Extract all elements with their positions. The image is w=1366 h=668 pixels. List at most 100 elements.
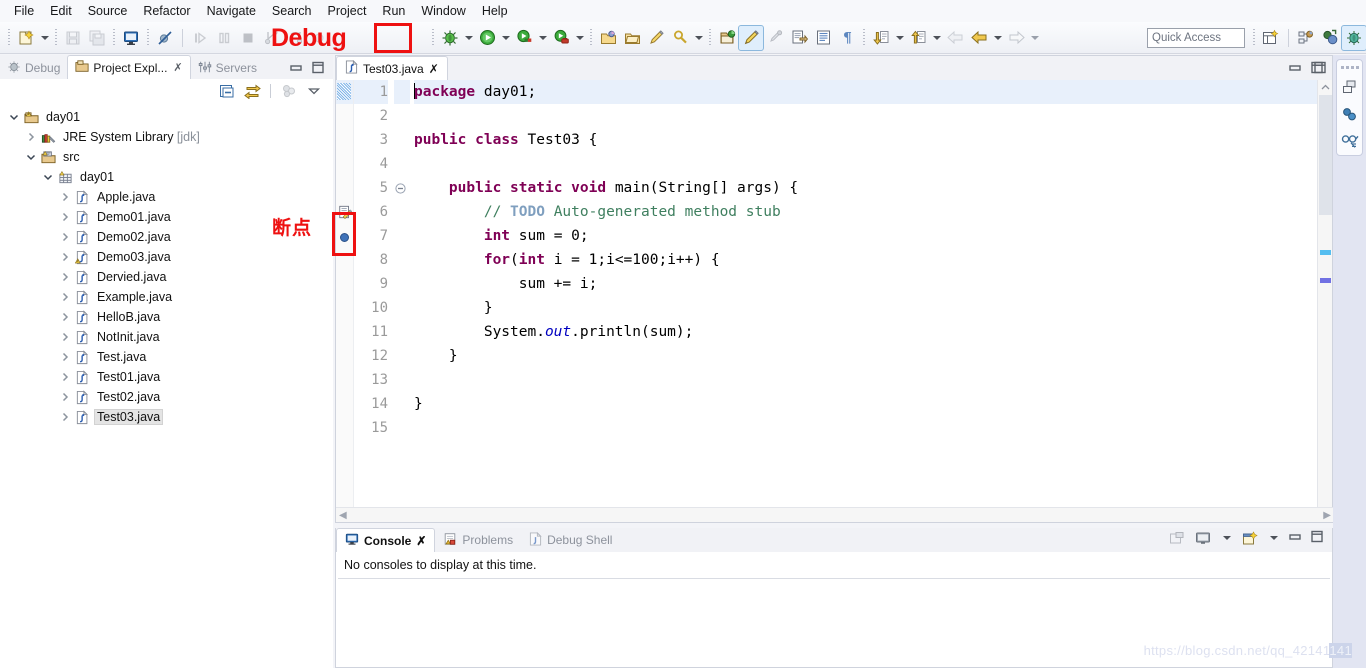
skip-all-breakpoints-button[interactable] [153,26,177,50]
code-line[interactable]: sum += i; [414,272,1332,296]
tree-item-demo02-java[interactable]: Demo02.java [0,227,333,247]
todo-overview-marker[interactable] [1320,250,1331,255]
suspend-button[interactable] [212,26,236,50]
display-console-dropdown[interactable] [1220,526,1233,550]
folding-ruler[interactable] [394,80,410,522]
chevron-right-icon[interactable] [57,232,73,242]
code-line[interactable] [414,368,1332,392]
display-selected-console-icon[interactable] [1194,529,1212,547]
tree-item-demo01-java[interactable]: Demo01.java [0,207,333,227]
chevron-down-icon[interactable] [40,172,56,182]
profile-dropdown[interactable] [573,26,586,50]
code-line[interactable]: int sum = 0; [414,224,1332,248]
debug-dropdown[interactable] [462,26,475,50]
chevron-right-icon[interactable] [57,352,73,362]
open-perspective-button[interactable] [1259,26,1283,50]
new-wizard-dropdown[interactable] [38,26,51,50]
terminate-button[interactable] [236,26,260,50]
tab-test03-java[interactable]: Test03.java ✗ [336,56,448,80]
step-return-button[interactable] [308,26,332,50]
breakpoints-view-icon[interactable] [1339,131,1361,151]
resume-button[interactable] [188,26,212,50]
tree-item-example-java[interactable]: Example.java [0,287,333,307]
open-resource-button[interactable] [620,26,644,50]
java-perspective-button[interactable] [1318,26,1342,50]
step-into-button[interactable] [260,26,284,50]
tree-item-demo03-java[interactable]: Demo03.java [0,247,333,267]
next-annotation-button[interactable] [869,26,893,50]
open-type-button[interactable] [596,26,620,50]
chevron-right-icon[interactable] [57,392,73,402]
tree-item-hellob-java[interactable]: HelloB.java [0,307,333,327]
new-console-view-icon[interactable] [1241,529,1259,547]
save-all-button[interactable] [85,26,109,50]
coverage-dropdown[interactable] [536,26,549,50]
collapse-all-icon[interactable] [218,82,236,100]
tab-debug[interactable]: Debug [0,57,67,79]
tree-item-test03-java[interactable]: Test03.java [0,407,333,427]
marker-slot[interactable] [336,104,353,128]
code-line[interactable] [414,416,1332,440]
toggle-mark-occurrences-button[interactable] [787,26,811,50]
tab-problems[interactable]: Problems [435,528,521,552]
close-icon[interactable]: ✗ [416,534,426,548]
tree-item-day01[interactable]: day01 [0,167,333,187]
tree-item-jre-system-library[interactable]: JRE System Library [jdk] [0,127,333,147]
marker-gutter[interactable] [336,80,354,522]
maximize-icon[interactable] [1288,62,1302,77]
right-restore-icon[interactable] [1309,57,1331,77]
java-ee-perspective-button[interactable] [1294,26,1318,50]
quick-access-input[interactable]: Quick Access [1147,27,1245,48]
chevron-right-icon[interactable] [57,332,73,342]
chevron-right-icon[interactable] [57,272,73,282]
tab-console[interactable]: Console ✗ [336,528,436,552]
tab-servers[interactable]: Servers [191,57,264,79]
pencil-button[interactable] [644,26,668,50]
debug-button[interactable] [438,26,462,50]
last-edit-location-button[interactable] [763,26,787,50]
chevron-right-icon[interactable] [57,312,73,322]
minimize-icon[interactable] [1288,531,1302,546]
code-area[interactable]: 1 2 3 4 5 6 7 8 9 10 11 12 13 14 15 package day01; pub… [336,80,1332,522]
menu-item-source[interactable]: Source [80,2,136,20]
filter-icon[interactable] [280,82,298,100]
tab-project-explorer[interactable]: Project Expl... ✗ [67,55,191,79]
tree-item-dervied-java[interactable]: Dervied.java [0,267,333,287]
tab-debug-shell[interactable]: Debug Shell [521,528,620,552]
code-line[interactable] [414,104,1332,128]
tree-item-day01[interactable]: day01 [0,107,333,127]
chevron-right-icon[interactable] [57,252,73,262]
run-dropdown[interactable] [499,26,512,50]
minimize-icon[interactable] [289,62,303,77]
search-result-marker[interactable] [336,80,353,104]
menu-item-run[interactable]: Run [374,2,413,20]
fold-collapse-icon[interactable] [394,176,410,200]
step-over-button[interactable] [284,26,308,50]
pilcrow-button[interactable]: ¶ [835,26,859,50]
debug-perspective-button[interactable] [1341,24,1366,51]
menu-item-search[interactable]: Search [264,2,320,20]
chevron-right-icon[interactable] [57,292,73,302]
close-icon[interactable]: ✗ [429,62,439,76]
close-icon[interactable]: ✗ [173,61,182,74]
code-line[interactable]: // TODO Auto-generated method stub [414,200,1332,224]
chevron-right-icon[interactable] [23,132,39,142]
new-wizard-button[interactable] [14,26,38,50]
coverage-button[interactable] [512,26,536,50]
forward-dropdown[interactable] [1028,26,1041,50]
previous-annotation-button[interactable] [906,26,930,50]
code-line[interactable]: public static void main(String[] args) { [414,176,1332,200]
marker-slot[interactable] [336,272,353,296]
menu-item-file[interactable]: File [6,2,42,20]
menu-item-help[interactable]: Help [474,2,516,20]
scroll-right-icon[interactable]: ▶ [1323,510,1331,521]
menu-item-edit[interactable]: Edit [42,2,80,20]
tree-item-src[interactable]: src [0,147,333,167]
code-line[interactable]: } [414,392,1332,416]
menu-item-window[interactable]: Window [413,2,473,20]
search-button[interactable] [668,26,692,50]
breakpoint-overview-marker[interactable] [1320,278,1331,283]
code-line[interactable]: } [414,296,1332,320]
link-with-editor-icon[interactable] [243,82,261,100]
code-line[interactable]: System.out.println(sum); [414,320,1332,344]
